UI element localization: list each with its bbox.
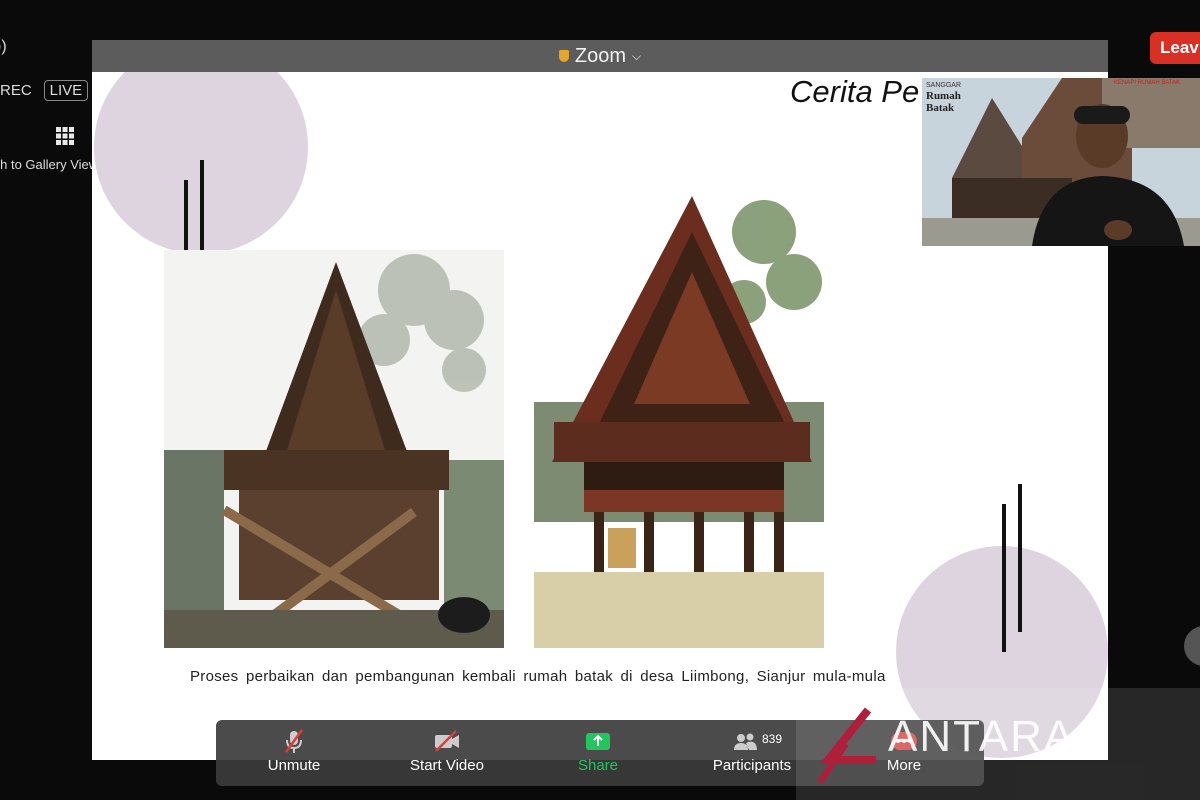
video-off-icon — [435, 730, 459, 752]
logo-line-2: Batak — [926, 102, 955, 114]
window-title: Zoom — [574, 44, 626, 67]
audio-indicator-icon: )) — [0, 38, 7, 55]
participants-button[interactable]: 839 Participants — [710, 728, 794, 774]
share-screen-icon — [586, 733, 610, 750]
shield-icon — [558, 50, 569, 62]
participants-label: Participants — [712, 757, 792, 774]
share-button[interactable]: Share — [568, 728, 628, 774]
logo-line-1: Rumah — [926, 90, 961, 102]
recording-status: REC LIVE — [0, 80, 89, 101]
unmute-button[interactable]: Unmute — [256, 728, 332, 774]
unmute-label: Unmute — [267, 757, 321, 774]
start-video-label: Start Video — [410, 757, 484, 774]
speaker-video-tile[interactable]: SANGGAR Rumah Batak KENAPI RUMAH BATAK — [922, 78, 1200, 246]
tile-logo: SANGGAR Rumah Batak — [926, 82, 961, 114]
house-repair-photo — [164, 250, 504, 648]
leave-button[interactable]: Leav — [1150, 32, 1200, 64]
antara-logo — [817, 707, 876, 784]
participants-icon — [734, 733, 757, 750]
slide-title: Cerita Pe — [790, 74, 920, 109]
rec-label: REC — [0, 82, 32, 99]
tile-banner: KENAPI RUMAH BATAK — [1114, 80, 1181, 86]
share-label: Share — [577, 757, 619, 774]
grid-icon — [56, 127, 74, 145]
participant-count: 839 — [762, 732, 783, 746]
decorative-line — [1002, 504, 1006, 652]
start-video-button[interactable]: Start Video — [402, 728, 492, 774]
logo-small-text: SANGGAR — [926, 82, 962, 89]
scroll-handle[interactable] — [1184, 626, 1200, 666]
decorative-line — [1018, 484, 1022, 632]
zoom-window-header[interactable]: Zoom ⌵ — [92, 40, 1108, 72]
live-badge: LIVE — [43, 80, 89, 101]
chevron-down-icon[interactable]: ⌵ — [632, 49, 641, 64]
slide-caption: Proses perbaikan dan pembangunan kembali… — [190, 668, 886, 685]
muted-microphone-icon — [284, 729, 304, 753]
watermark-text: ANTARA — [888, 712, 1076, 761]
finished-house-photo — [534, 172, 824, 648]
antara-watermark: ANTARA — [796, 688, 1200, 800]
